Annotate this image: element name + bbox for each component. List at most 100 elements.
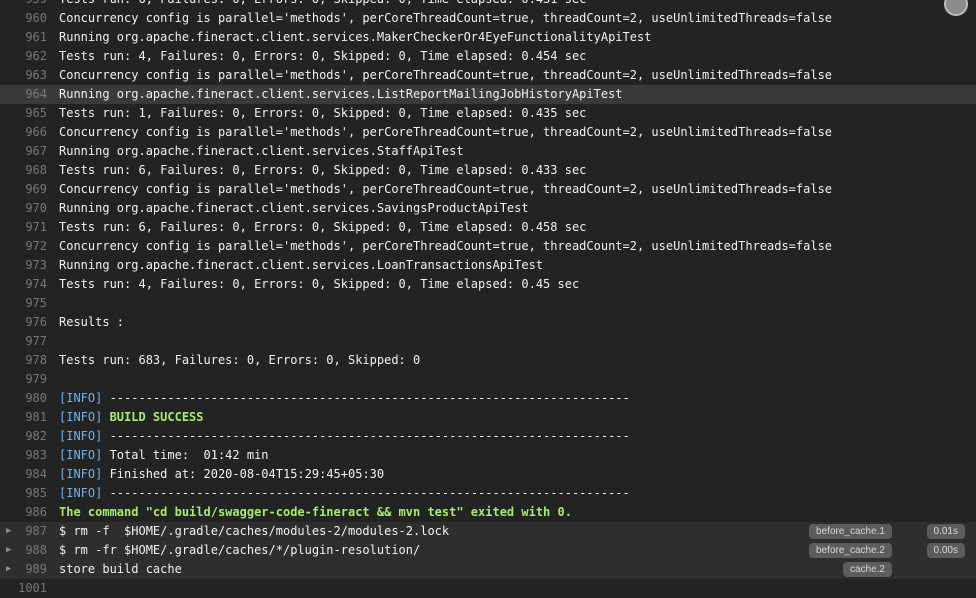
log-line: 972 Concurrency config is parallel='metho… [0,237,976,256]
line-content: ----------------------------------------… [102,429,630,443]
line-number[interactable]: 977 [0,332,47,351]
line-text: Tests run: 683, Failures: 0, Errors: 0, … [59,351,420,370]
log-line: 976 Results : [0,313,976,332]
line-text: $ rm -f $HOME/.gradle/caches/modules-2/m… [59,522,449,541]
line-number[interactable]: 980 [0,389,47,408]
log-line: 1001 [0,579,976,598]
line-text: Tests run: 6, Failures: 0, Errors: 0, Sk… [59,218,586,237]
line-content: BUILD SUCCESS [102,410,204,424]
line-number[interactable]: 969 [0,180,47,199]
line-content: Concurrency config is parallel='methods'… [59,125,833,139]
line-number[interactable]: 978 [0,351,47,370]
line-number[interactable]: 975 [0,294,47,313]
line-number[interactable]: 983 [0,446,47,465]
line-number[interactable]: 961 [0,28,47,47]
log-line: 962 Tests run: 4, Failures: 0, Errors: 0,… [0,47,976,66]
line-number[interactable]: 967 [0,142,47,161]
line-content: Concurrency config is parallel='methods'… [59,68,833,82]
line-number[interactable]: 959 [0,0,47,9]
line-content: Running org.apache.fineract.client.servi… [59,87,623,101]
duration-badge: 0.00s [926,543,965,558]
line-text: Results : [59,313,124,332]
log-line: 975 [0,294,976,313]
line-text: [INFO] BUILD SUCCESS [59,408,204,427]
line-text: Concurrency config is parallel='methods'… [59,66,832,85]
fold-line[interactable]: ▶ 988 $ rm -fr $HOME/.gradle/caches/*/plug… [0,541,976,560]
log-line: 971 Tests run: 6, Failures: 0, Errors: 0,… [0,218,976,237]
line-content: Tests run: 1, Failures: 0, Errors: 0, Sk… [59,106,587,120]
line-number[interactable]: 976 [0,313,47,332]
line-text: Concurrency config is parallel='methods'… [59,237,832,256]
line-number[interactable]: 972 [0,237,47,256]
fold-label-badge: before_cache.1 [809,524,892,539]
line-text: Running org.apache.fineract.client.servi… [59,142,464,161]
line-content: Concurrency config is parallel='methods'… [59,11,833,25]
line-content: Running org.apache.fineract.client.servi… [59,258,544,272]
log-line: 985 [INFO] ------------------------------… [0,484,976,503]
fold-line[interactable]: ▶ 987 $ rm -f $HOME/.gradle/caches/modules… [0,522,976,541]
fold-line[interactable]: ▶ 989 store build cache cache.2 [0,560,976,579]
line-text: [INFO] ---------------------------------… [59,484,630,503]
info-tag: [INFO] [59,467,103,481]
line-content: ----------------------------------------… [102,391,630,405]
line-content: Tests run: 6, Failures: 0, Errors: 0, Sk… [59,220,587,234]
line-number[interactable]: 962 [0,47,47,66]
log-line: 984 [INFO] Finished at: 2020-08-04T15:29:… [0,465,976,484]
log-line: 960 Concurrency config is parallel='metho… [0,9,976,28]
line-number[interactable]: 960 [0,9,47,28]
duration-badge: 0.01s [926,524,965,539]
log-line: 979 [0,370,976,389]
line-number[interactable]: 988 [0,541,47,560]
line-number[interactable]: 981 [0,408,47,427]
line-number[interactable]: 982 [0,427,47,446]
line-text: Tests run: 4, Failures: 0, Errors: 0, Sk… [59,47,586,66]
info-tag: [INFO] [59,429,103,443]
line-number[interactable]: 966 [0,123,47,142]
line-number[interactable]: 987 [0,522,47,541]
line-text: $ rm -fr $HOME/.gradle/caches/*/plugin-r… [59,541,420,560]
line-number[interactable]: 986 [0,503,47,522]
line-text: Tests run: 6, Failures: 0, Errors: 0, Sk… [59,161,586,180]
line-number[interactable]: 974 [0,275,47,294]
line-content: store build cache [59,562,182,576]
line-text: Running org.apache.fineract.client.servi… [59,85,623,104]
line-text: Running org.apache.fineract.client.servi… [59,199,529,218]
line-number[interactable]: 1001 [0,579,47,598]
log-line: 966 Concurrency config is parallel='metho… [0,123,976,142]
log-line: 969 Concurrency config is parallel='metho… [0,180,976,199]
line-number[interactable]: 965 [0,104,47,123]
line-content: Concurrency config is parallel='methods'… [59,182,833,196]
build-log: 959 Tests run: 6, Failures: 0, Errors: 0,… [0,0,976,598]
line-text: Concurrency config is parallel='methods'… [59,180,832,199]
line-number[interactable]: 964 [0,85,47,104]
info-tag: [INFO] [59,391,103,405]
line-text: [INFO] Total time: 01:42 min [59,446,269,465]
line-number[interactable]: 970 [0,199,47,218]
info-tag: [INFO] [59,410,103,424]
line-number[interactable]: 963 [0,66,47,85]
line-number[interactable]: 968 [0,161,47,180]
line-content: Tests run: 683, Failures: 0, Errors: 0, … [59,353,421,367]
log-line: 968 Tests run: 6, Failures: 0, Errors: 0,… [0,161,976,180]
line-number[interactable]: 985 [0,484,47,503]
line-content: Running org.apache.fineract.client.servi… [59,30,652,44]
line-content: Tests run: 4, Failures: 0, Errors: 0, Sk… [59,277,580,291]
log-line: 970 Running org.apache.fineract.client.se… [0,199,976,218]
line-text: [INFO] Finished at: 2020-08-04T15:29:45+… [59,465,384,484]
line-content: Tests run: 6, Failures: 0, Errors: 0, Sk… [59,163,587,177]
log-line: 981 [INFO] BUILD SUCCESS [0,408,976,427]
line-content: Tests run: 4, Failures: 0, Errors: 0, Sk… [59,49,587,63]
line-number[interactable]: 979 [0,370,47,389]
line-text: Running org.apache.fineract.client.servi… [59,28,651,47]
line-text: [INFO] ---------------------------------… [59,389,630,408]
log-line: 986 The command "cd build/swagger-code-fi… [0,503,976,522]
line-content: Finished at: 2020-08-04T15:29:45+05:30 [102,467,385,481]
log-line: 983 [INFO] Total time: 01:42 min [0,446,976,465]
log-line: 964 Running org.apache.fineract.client.se… [0,85,976,104]
line-content: Total time: 01:42 min [102,448,269,462]
line-number[interactable]: 989 [0,560,47,579]
line-number[interactable]: 971 [0,218,47,237]
line-number[interactable]: 973 [0,256,47,275]
line-number[interactable]: 984 [0,465,47,484]
info-tag: [INFO] [59,486,103,500]
